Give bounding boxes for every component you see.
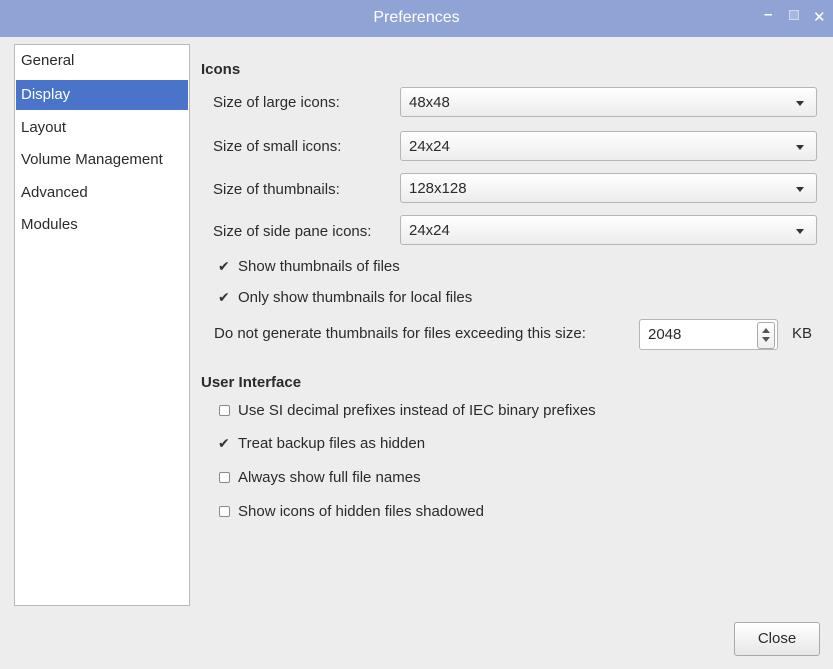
large-icons-value: 48x48 xyxy=(409,94,450,111)
minimize-icon[interactable]: – xyxy=(764,6,772,23)
maximize-icon[interactable] xyxy=(789,10,799,20)
local-thumbnails-checkbox[interactable]: Only show thumbnails for local files xyxy=(218,286,473,309)
side-pane-icons-label: Size of side pane icons: xyxy=(213,223,372,240)
full-names-label: Always show full file names xyxy=(238,469,421,486)
thumbnail-size-limit-spinner[interactable]: 2048 xyxy=(639,319,778,350)
show-thumbnails-checkbox[interactable]: Show thumbnails of files xyxy=(218,255,400,278)
small-icons-dropdown[interactable]: 24x24 xyxy=(400,131,817,161)
checkbox-checked-icon xyxy=(218,432,230,454)
checkbox-icon xyxy=(219,404,230,416)
sidebar-item-advanced[interactable]: Advanced xyxy=(16,178,188,208)
hidden-shadowed-checkbox[interactable]: Show icons of hidden files shadowed xyxy=(219,501,484,523)
side-pane-icons-value: 24x24 xyxy=(409,222,450,239)
close-button[interactable]: Close xyxy=(734,622,820,656)
checkbox-icon xyxy=(219,471,230,483)
close-window-icon[interactable]: ✕ xyxy=(813,8,826,26)
sidebar-item-volume-management[interactable]: Volume Management xyxy=(16,145,188,175)
thumbnail-size-limit-value: 2048 xyxy=(648,326,682,343)
local-thumbnails-label: Only show thumbnails for local files xyxy=(238,289,473,306)
large-icons-dropdown[interactable]: 48x48 xyxy=(400,87,817,117)
full-names-checkbox[interactable]: Always show full file names xyxy=(219,467,421,489)
small-icons-value: 24x24 xyxy=(409,138,450,155)
spinner-buttons[interactable] xyxy=(757,322,775,349)
title-bar: Preferences – ✕ xyxy=(0,0,833,37)
increment-icon[interactable] xyxy=(762,328,770,333)
ui-section-title: User Interface xyxy=(201,374,302,391)
large-icons-label: Size of large icons: xyxy=(213,94,340,111)
sidebar-item-modules[interactable]: Modules xyxy=(16,210,188,240)
backup-hidden-label: Treat backup files as hidden xyxy=(238,435,426,452)
icons-section-title: Icons xyxy=(201,61,241,78)
chevron-down-icon xyxy=(796,101,804,106)
si-prefixes-checkbox[interactable]: Use SI decimal prefixes instead of IEC b… xyxy=(219,400,596,422)
window-title: Preferences xyxy=(373,9,460,26)
thumbnails-size-label: Size of thumbnails: xyxy=(213,181,340,198)
side-pane-icons-dropdown[interactable]: 24x24 xyxy=(400,215,817,245)
size-unit: KB xyxy=(792,325,813,342)
small-icons-label: Size of small icons: xyxy=(213,138,342,155)
checkbox-icon xyxy=(219,505,230,517)
sidebar-item-display[interactable]: Display xyxy=(16,80,188,110)
si-prefixes-label: Use SI decimal prefixes instead of IEC b… xyxy=(238,402,596,419)
hidden-shadowed-label: Show icons of hidden files shadowed xyxy=(238,503,484,520)
decrement-icon[interactable] xyxy=(762,337,770,342)
thumbnail-size-limit-label: Do not generate thumbnails for files exc… xyxy=(214,325,586,342)
chevron-down-icon xyxy=(796,229,804,234)
category-list: General Display Layout Volume Management… xyxy=(14,44,190,606)
checkbox-checked-icon xyxy=(218,255,230,277)
chevron-down-icon xyxy=(796,145,804,150)
sidebar-item-general[interactable]: General xyxy=(16,46,188,76)
checkbox-checked-icon xyxy=(218,286,230,308)
backup-hidden-checkbox[interactable]: Treat backup files as hidden xyxy=(218,432,426,455)
thumbnails-size-value: 128x128 xyxy=(409,180,467,197)
thumbnails-size-dropdown[interactable]: 128x128 xyxy=(400,173,817,203)
show-thumbnails-label: Show thumbnails of files xyxy=(238,258,400,275)
sidebar-item-layout[interactable]: Layout xyxy=(16,113,188,143)
chevron-down-icon xyxy=(796,187,804,192)
